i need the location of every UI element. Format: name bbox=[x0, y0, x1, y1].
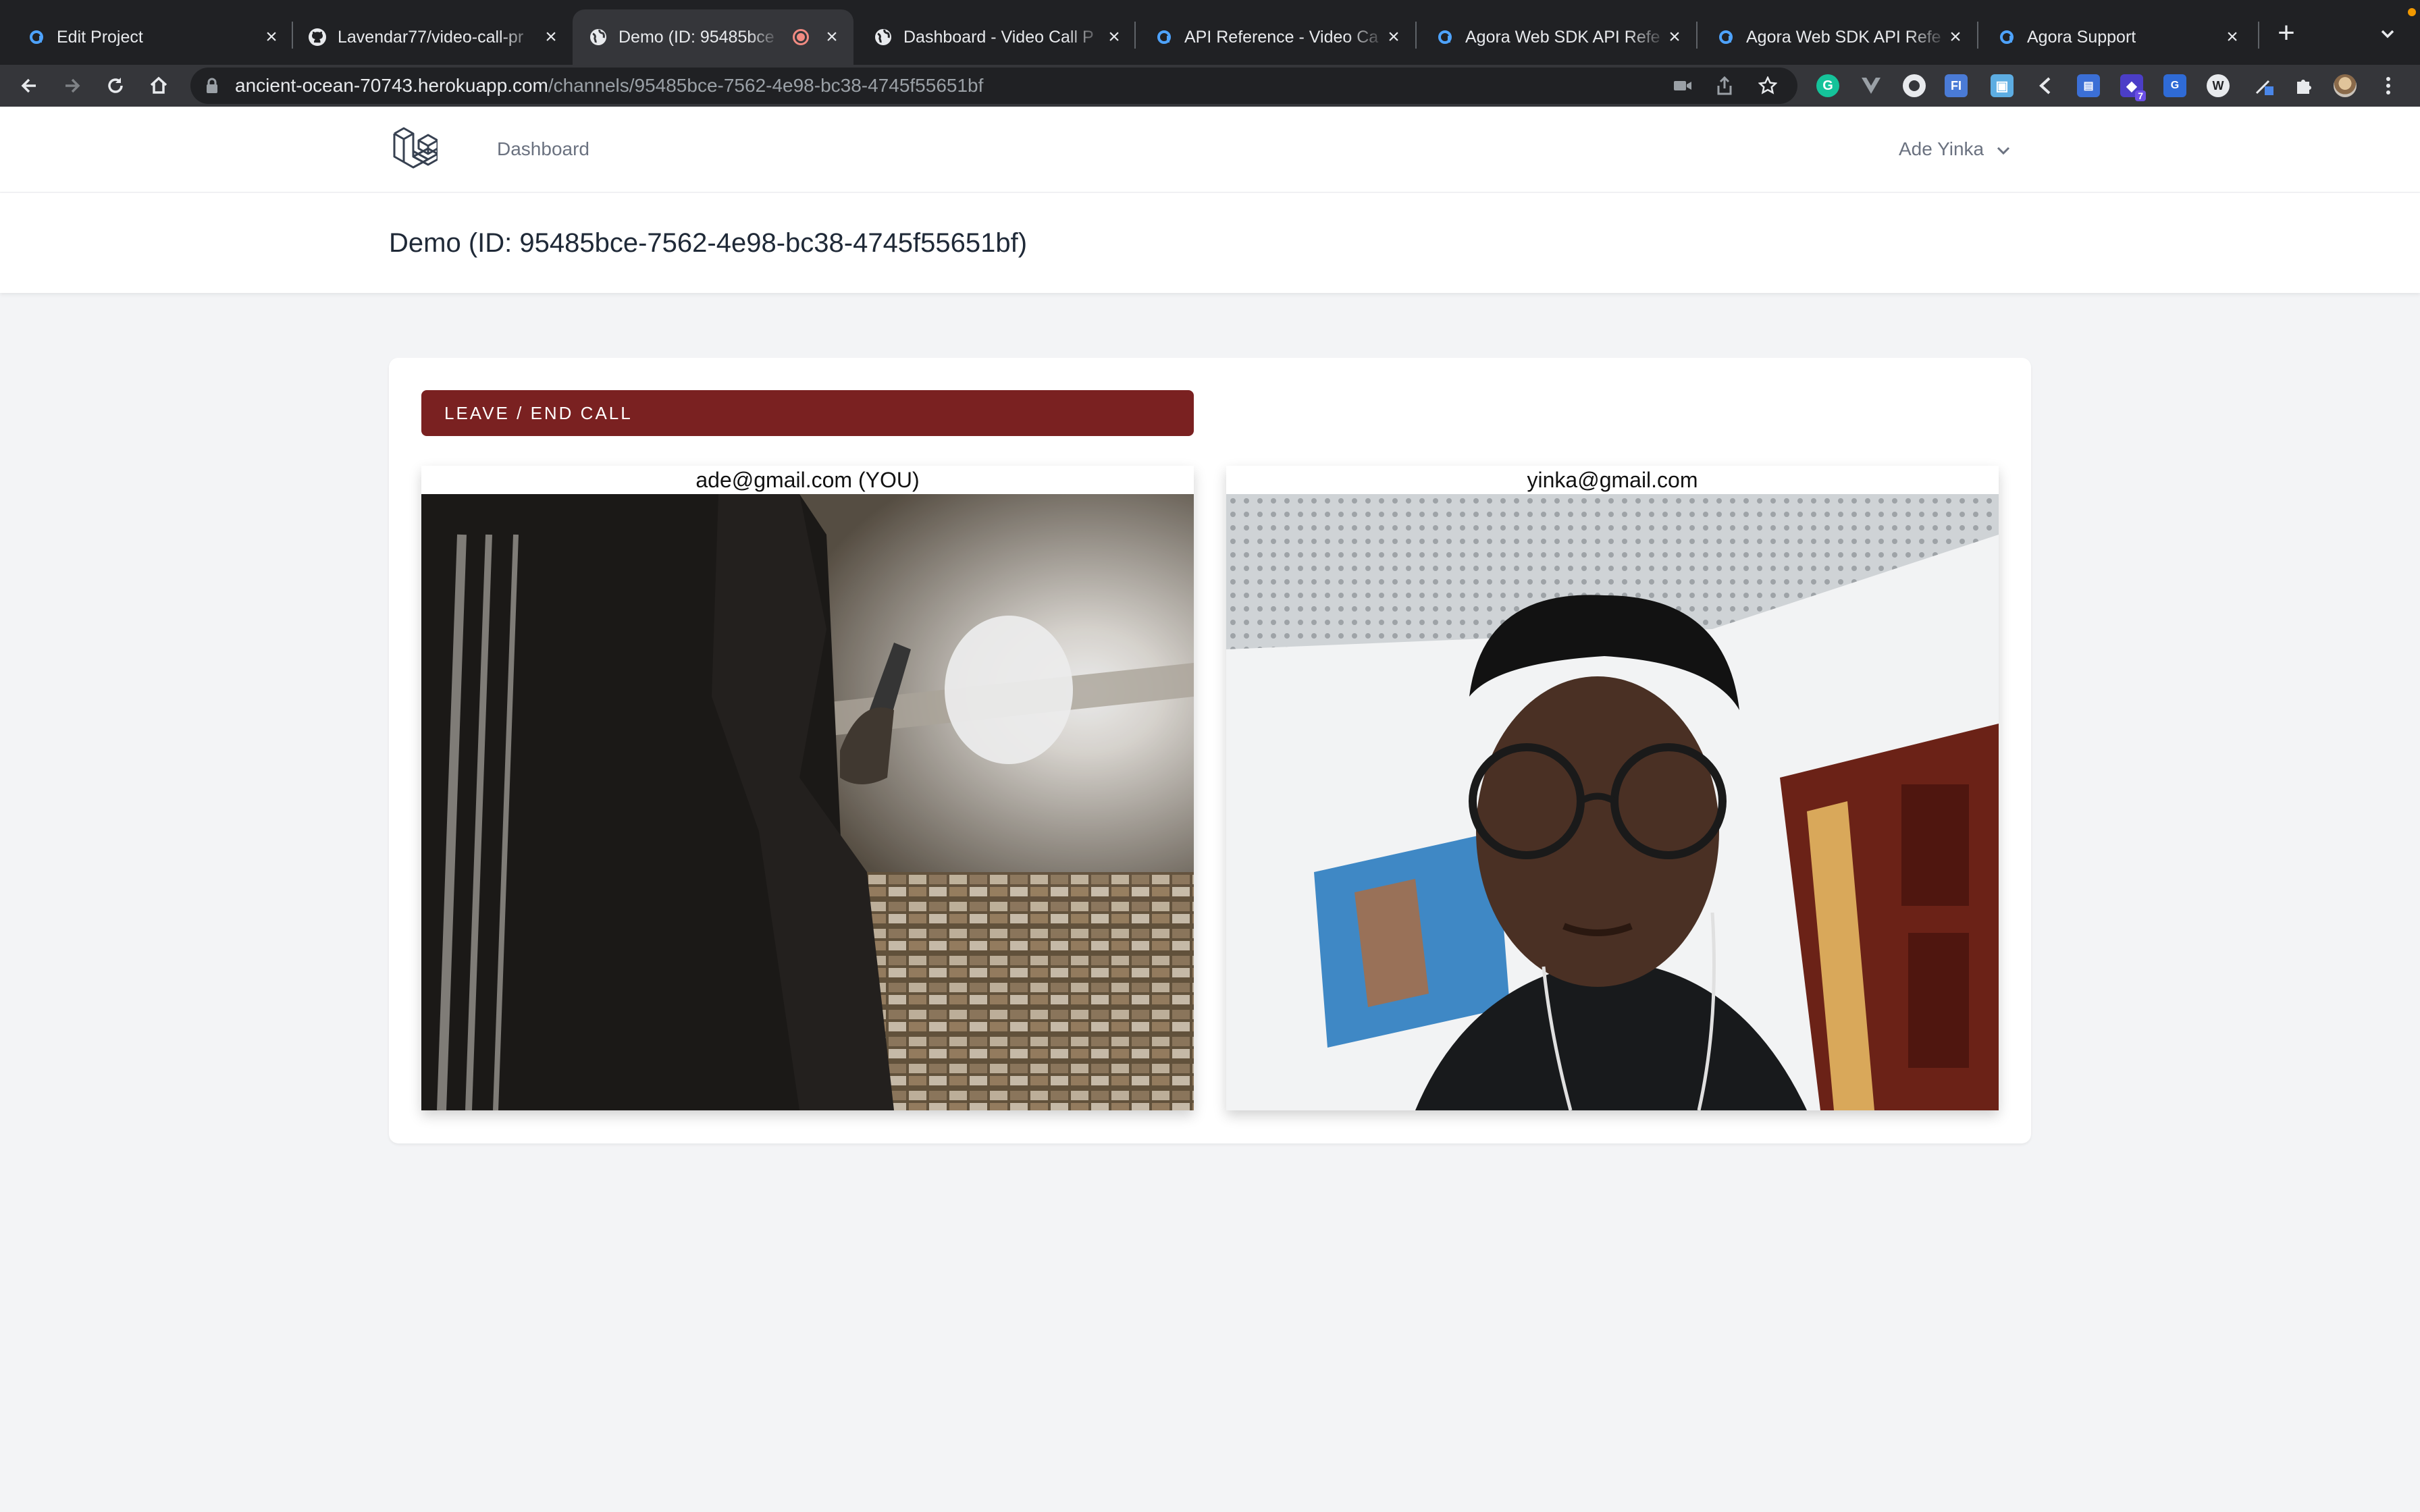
close-tab-icon[interactable]: × bbox=[1105, 27, 1124, 47]
browser-tab[interactable]: Agora Web SDK API Refe × bbox=[1419, 9, 1696, 65]
laravel-logo-icon[interactable] bbox=[392, 124, 439, 171]
tab-title: Agora Web SDK API Refe bbox=[1465, 28, 1660, 47]
user-menu[interactable]: Ade Yinka bbox=[1899, 107, 2011, 192]
screenshot-extension-icon[interactable]: ▣ bbox=[1991, 74, 2014, 97]
browser-tab[interactable]: Agora Web SDK API Refe × bbox=[1700, 9, 1977, 65]
chrome-menu-icon[interactable] bbox=[2377, 74, 2400, 97]
globe-icon bbox=[874, 28, 893, 47]
tab-separator bbox=[2258, 22, 2259, 49]
back-icon[interactable] bbox=[14, 70, 45, 101]
video-call-card: Leave / End Call ade@gmail.com (YOU) bbox=[389, 358, 2031, 1143]
tab-title: API Reference - Video Ca bbox=[1184, 28, 1379, 47]
page-header: Demo (ID: 95485bce-7562-4e98-bc38-4745f5… bbox=[0, 193, 2420, 293]
close-tab-icon[interactable]: × bbox=[1665, 27, 1684, 47]
tab-separator bbox=[1977, 22, 1978, 49]
close-tab-icon[interactable]: × bbox=[2223, 27, 2242, 47]
extension-badge: 7 bbox=[2135, 90, 2146, 101]
share-icon[interactable] bbox=[1715, 76, 1734, 95]
tab-title: Agora Web SDK API Refe bbox=[1746, 28, 1941, 47]
bookmark-star-icon[interactable] bbox=[1758, 76, 1777, 95]
browser-tab-strip: Edit Project × Lavendar77/video-call-pr … bbox=[0, 0, 2420, 65]
wappalyzer-icon[interactable]: W bbox=[2207, 74, 2230, 97]
fi-extension-icon[interactable]: FI bbox=[1945, 74, 1968, 97]
color-picker-extension-icon[interactable] bbox=[2253, 74, 2276, 97]
grammarly-extension-icon[interactable]: G bbox=[1816, 74, 1839, 97]
local-video-label: ade@gmail.com (YOU) bbox=[695, 468, 920, 492]
agora-icon bbox=[27, 28, 46, 47]
extension-circle-icon[interactable] bbox=[1903, 74, 1926, 97]
close-tab-icon[interactable]: × bbox=[822, 27, 841, 47]
close-tab-icon[interactable]: × bbox=[1946, 27, 1965, 47]
tab-separator bbox=[1415, 22, 1417, 49]
leave-call-button[interactable]: Leave / End Call bbox=[421, 390, 1194, 436]
tab-title: Edit Project bbox=[57, 28, 143, 47]
profile-avatar[interactable] bbox=[2334, 74, 2357, 97]
chevron-down-icon bbox=[1996, 138, 2011, 160]
home-icon[interactable] bbox=[143, 70, 174, 101]
google-translate-icon[interactable]: G bbox=[2163, 74, 2186, 97]
nav-link-dashboard[interactable]: Dashboard bbox=[497, 107, 589, 192]
browser-tab[interactable]: Edit Project × bbox=[11, 9, 288, 65]
tab-title: Lavendar77/video-call-pr bbox=[338, 28, 524, 47]
tab-separator bbox=[1134, 22, 1136, 49]
local-video-tile: ade@gmail.com (YOU) bbox=[421, 466, 1194, 1110]
url-text[interactable]: ancient-ocean-70743.herokuapp.com/channe… bbox=[235, 68, 983, 104]
vue-devtools-icon[interactable] bbox=[1860, 74, 1883, 97]
translate-extension-icon[interactable]: ▤ bbox=[2077, 74, 2100, 97]
browser-tab[interactable]: API Reference - Video Ca × bbox=[1138, 9, 1415, 65]
lock-icon[interactable] bbox=[205, 78, 219, 97]
agora-icon bbox=[1436, 28, 1454, 47]
app-navbar: Dashboard Ade Yinka bbox=[0, 107, 2420, 193]
browser-toolbar: ancient-ocean-70743.herokuapp.com/channe… bbox=[0, 65, 2420, 107]
agora-icon bbox=[1716, 28, 1735, 47]
new-tab-icon[interactable]: + bbox=[2270, 18, 2303, 50]
forward-icon[interactable] bbox=[57, 70, 88, 101]
browser-tab-active[interactable]: Demo (ID: 95485bce × bbox=[573, 9, 853, 65]
address-bar[interactable]: ancient-ocean-70743.herokuapp.com/channe… bbox=[190, 68, 1797, 104]
tab-separator bbox=[1696, 22, 1698, 49]
profile-indicator-dot bbox=[2408, 8, 2416, 16]
browser-tab[interactable]: Lavendar77/video-call-pr × bbox=[292, 9, 569, 65]
remote-video-feed bbox=[1226, 494, 1999, 1110]
reload-icon[interactable] bbox=[100, 70, 131, 101]
tab-title: Dashboard - Video Call P bbox=[903, 28, 1094, 47]
extensions-puzzle-icon[interactable] bbox=[2293, 74, 2316, 97]
close-tab-icon[interactable]: × bbox=[262, 27, 281, 47]
browser-tab[interactable]: Dashboard - Video Call P × bbox=[858, 9, 1134, 65]
recording-icon bbox=[793, 29, 809, 45]
local-video-feed bbox=[421, 494, 1194, 1110]
url-host: ancient-ocean-70743.herokuapp.com bbox=[235, 75, 548, 96]
agora-icon bbox=[1997, 28, 2016, 47]
github-icon bbox=[308, 28, 327, 47]
user-name: Ade Yinka bbox=[1899, 138, 1984, 159]
tab-title: Demo (ID: 95485bce bbox=[619, 28, 774, 47]
globe-icon bbox=[589, 28, 608, 47]
remote-video-label: yinka@gmail.com bbox=[1527, 468, 1698, 492]
code-extension-icon[interactable] bbox=[2034, 74, 2057, 97]
tab-title: Agora Support bbox=[2027, 28, 2136, 47]
badge-extension-icon[interactable]: ◆ 7 bbox=[2120, 74, 2146, 101]
remote-video-tile: yinka@gmail.com bbox=[1226, 466, 1999, 1110]
agora-icon bbox=[1155, 28, 1174, 47]
close-tab-icon[interactable]: × bbox=[542, 27, 560, 47]
url-path: /channels/95485bce-7562-4e98-bc38-4745f5… bbox=[548, 75, 984, 96]
camera-in-use-icon[interactable] bbox=[1673, 76, 1692, 95]
close-tab-icon[interactable]: × bbox=[1384, 27, 1403, 47]
page-title: Demo (ID: 95485bce-7562-4e98-bc38-4745f5… bbox=[389, 228, 1028, 258]
tab-search-icon[interactable] bbox=[2374, 20, 2401, 47]
browser-tab[interactable]: Agora Support × bbox=[1981, 9, 2258, 65]
